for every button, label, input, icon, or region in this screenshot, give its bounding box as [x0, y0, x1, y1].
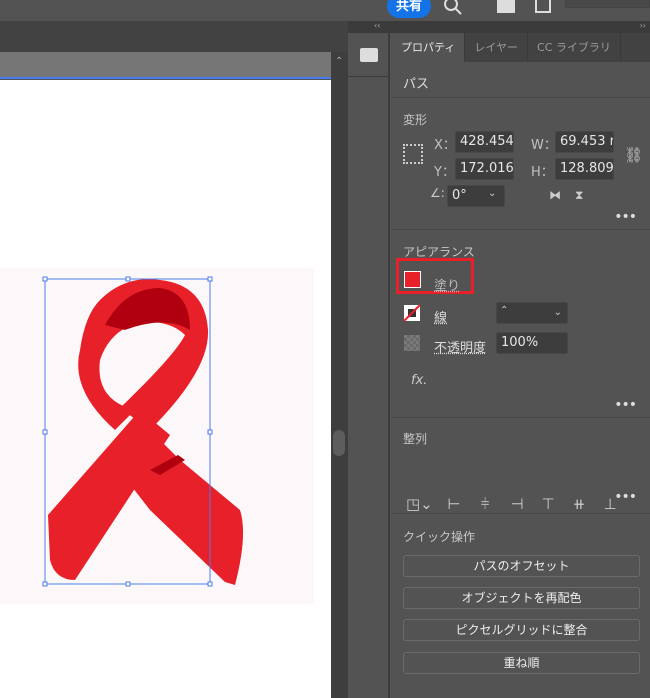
align-horizontal-center-icon[interactable]: ⫩: [475, 495, 495, 515]
flip-horizontal-icon[interactable]: ⧓: [549, 188, 561, 202]
window-controls[interactable]: [565, 0, 650, 8]
canvas-ruler: [0, 52, 331, 79]
search-icon[interactable]: [443, 0, 463, 16]
pixel-grid-align-button[interactable]: ピクセルグリッドに整合: [403, 619, 640, 641]
recolor-button[interactable]: オブジェクトを再配色: [403, 587, 640, 609]
stroke-label[interactable]: 線: [434, 307, 447, 326]
w-label: W：: [531, 138, 557, 153]
tab-properties[interactable]: プロパティ: [392, 33, 466, 62]
y-field[interactable]: 172.016: [455, 158, 514, 180]
fill-label[interactable]: 塗り: [434, 275, 460, 294]
collapse-right-icon[interactable]: ››: [640, 21, 646, 30]
panel-layout-icon[interactable]: [535, 0, 551, 13]
tab-layers[interactable]: レイヤー: [465, 33, 529, 62]
object-type: パス: [403, 77, 430, 92]
stroke-swatch[interactable]: [403, 304, 421, 322]
align-to-icon[interactable]: ◳⌄: [406, 495, 433, 515]
angle-icon: ∠:: [430, 186, 445, 200]
vertical-scrollbar[interactable]: ⌃: [331, 52, 348, 698]
fill-swatch[interactable]: [404, 271, 421, 288]
properties-panel: プロパティ レイヤー CC ライブラリ パス 変形 X： 428.454 W： …: [392, 33, 650, 698]
quick-actions-title: クイック操作: [403, 530, 476, 544]
h-field[interactable]: 128.809: [555, 158, 614, 180]
comments-icon[interactable]: [360, 48, 378, 62]
reference-point-icon[interactable]: [403, 144, 423, 164]
more-options-icon[interactable]: •••: [614, 397, 637, 413]
flip-vertical-icon[interactable]: ⧗: [575, 188, 583, 203]
collapse-left-icon[interactable]: ‹‹: [374, 21, 380, 30]
align-left-icon[interactable]: ⊢: [444, 495, 464, 515]
align-top-icon[interactable]: ⊤: [538, 495, 558, 515]
opacity-label[interactable]: 不透明度: [434, 337, 486, 356]
stroke-weight-field[interactable]: ⌃ ⌄: [496, 302, 568, 324]
transform-title: 変形: [403, 113, 428, 127]
opacity-icon: [404, 335, 420, 351]
more-options-icon[interactable]: •••: [614, 209, 637, 225]
scroll-thumb[interactable]: [333, 430, 345, 456]
align-title: 整列: [403, 432, 428, 446]
share-button[interactable]: 共有: [387, 0, 431, 18]
offset-path-button[interactable]: パスのオフセット: [403, 555, 640, 577]
opacity-field[interactable]: 100%: [496, 332, 568, 354]
align-right-icon[interactable]: ⊣: [507, 495, 527, 515]
w-field[interactable]: 69.453 r: [555, 131, 614, 153]
more-options-icon[interactable]: •••: [614, 489, 637, 505]
panel-dock: [348, 33, 390, 698]
fx-button[interactable]: fx.: [411, 373, 427, 388]
align-vertical-center-icon[interactable]: ⧺: [569, 495, 589, 515]
y-label: Y：: [434, 165, 455, 180]
red-ribbon-artwork[interactable]: [0, 260, 331, 600]
h-label: H：: [531, 165, 554, 180]
document-tab-bar: [0, 21, 348, 52]
stepper-icon[interactable]: ⌃: [500, 301, 508, 321]
x-label: X：: [434, 138, 456, 153]
top-bar: [0, 0, 650, 21]
tab-cc-libraries[interactable]: CC ライブラリ: [528, 33, 621, 62]
scroll-up-icon[interactable]: ⌃: [335, 56, 343, 67]
x-field[interactable]: 428.454: [455, 131, 514, 153]
arrange-button[interactable]: 重ね順: [403, 652, 640, 674]
panel-header: ‹‹ ››: [348, 21, 650, 33]
constrain-proportions-icon[interactable]: ⛓: [624, 146, 643, 164]
chevron-down-icon[interactable]: ⌄: [554, 303, 562, 323]
workspace-icon[interactable]: [497, 0, 515, 13]
chevron-down-icon[interactable]: ⌄: [488, 188, 496, 199]
